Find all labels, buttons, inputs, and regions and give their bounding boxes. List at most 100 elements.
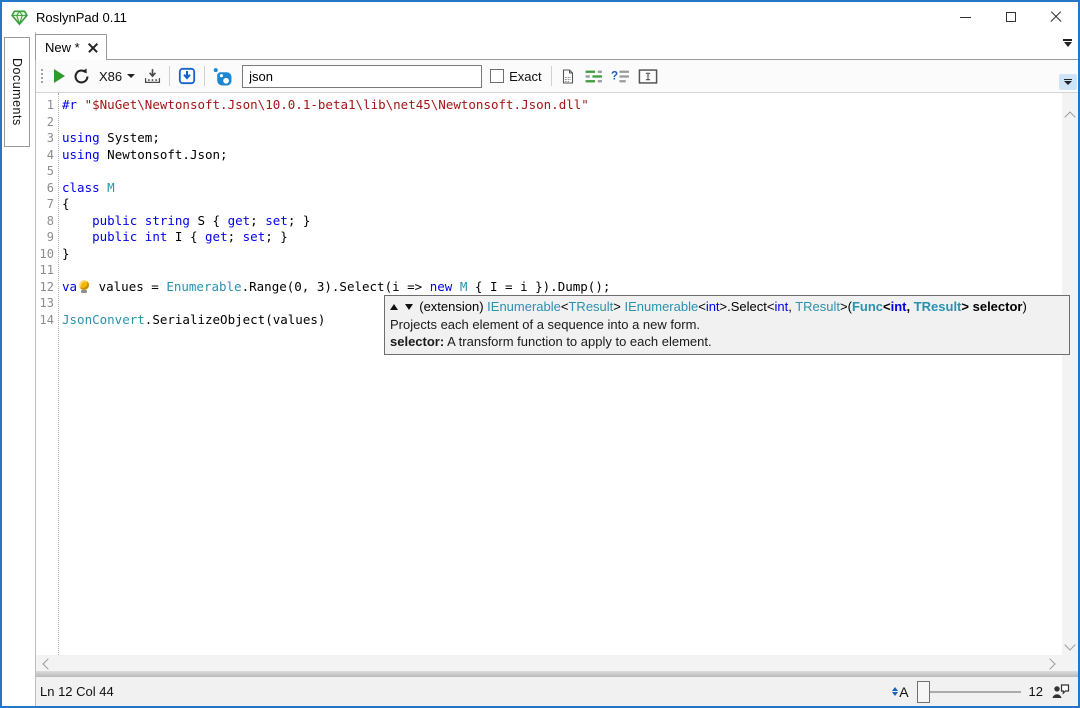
- code-segment: public: [92, 212, 138, 228]
- toolbar-separator: [204, 66, 206, 86]
- toolbar-overflow-button[interactable]: [1059, 74, 1077, 90]
- previous-overload-icon[interactable]: [390, 304, 398, 310]
- code-lines[interactable]: #r "$NuGet\Newtonsoft.Json\10.0.1-beta1\…: [59, 93, 1062, 655]
- code-segment: Func: [851, 299, 883, 314]
- exact-label: Exact: [509, 68, 542, 84]
- code-segment: ): [1022, 299, 1027, 314]
- tooltip-parameter-name: selector:: [390, 334, 445, 349]
- code-segment: new: [429, 278, 453, 294]
- code-line: using System;: [62, 130, 1062, 147]
- platform-dropdown[interactable]: X86: [94, 63, 140, 89]
- signature-help-tooltip: (extension) IEnumerable<TResult> IEnumer…: [384, 295, 1070, 355]
- code-segment: ;: [250, 212, 266, 228]
- code-segment: { I = i }).Dump();: [467, 278, 611, 294]
- run-button[interactable]: [50, 63, 69, 89]
- code-segment: values =: [91, 278, 167, 294]
- package-button[interactable]: [140, 63, 165, 89]
- code-segment: >: [613, 299, 625, 314]
- toolbar-separator: [550, 66, 552, 86]
- tab-list-dropdown-icon[interactable]: [1063, 39, 1072, 47]
- minimize-button[interactable]: [943, 2, 988, 32]
- code-segment: M: [107, 179, 115, 195]
- scroll-right-icon[interactable]: [1044, 658, 1056, 670]
- code-segment: (extension): [419, 299, 488, 314]
- import-box-icon: [179, 67, 196, 85]
- lightbulb-icon[interactable]: [78, 279, 90, 293]
- exact-checkbox[interactable]: [490, 69, 505, 83]
- import-button[interactable]: [174, 63, 200, 89]
- tab-new[interactable]: New *: [35, 34, 107, 60]
- code-segment: >.Select<: [719, 299, 775, 314]
- restart-button[interactable]: [69, 63, 94, 89]
- line-number: 14: [39, 312, 54, 327]
- line-number: 8: [46, 213, 54, 228]
- slider-thumb[interactable]: [916, 680, 930, 703]
- close-button[interactable]: [1033, 2, 1078, 32]
- code-segment: "$NuGet\Newtonsoft.Json\10.0.1-beta1\lib…: [84, 97, 589, 112]
- scroll-up-icon[interactable]: [1064, 111, 1076, 123]
- line-number: 1: [46, 98, 54, 112]
- zoom-slider[interactable]: [916, 680, 1021, 703]
- code-line: va values = Enumerable.Range(0, 3).Selec…: [62, 279, 1062, 296]
- code-segment: {: [62, 196, 70, 211]
- search-input[interactable]: [242, 64, 483, 88]
- code-segment: I {: [167, 229, 206, 244]
- scroll-left-icon[interactable]: [42, 658, 54, 670]
- code-segment: int: [774, 299, 789, 314]
- line-number: 2: [46, 114, 54, 129]
- code-segment: Newtonsoft.Json;: [99, 146, 228, 162]
- format-document-button[interactable]: [556, 63, 580, 89]
- code-segment: TResult: [913, 299, 962, 314]
- feedback-icon[interactable]: [1051, 683, 1070, 700]
- line-number: 13: [39, 296, 54, 310]
- minimize-icon: [960, 16, 971, 18]
- code-segment: }: [62, 245, 70, 261]
- vertical-scrollbar[interactable]: [1062, 93, 1078, 655]
- code-segment: IEnumerable: [624, 299, 699, 314]
- scroll-down-icon[interactable]: [1064, 639, 1076, 651]
- nuget-button[interactable]: [209, 63, 236, 89]
- next-overload-icon[interactable]: [404, 304, 413, 310]
- code-segment: JsonConvert: [62, 311, 145, 327]
- tab-close-icon[interactable]: [88, 43, 98, 53]
- chevron-down-icon: [127, 74, 136, 78]
- documents-panel-tab[interactable]: Documents: [4, 37, 30, 147]
- code-line: public string S { get; set; }: [62, 213, 1062, 230]
- code-segment: .Range(0, 3).Select(i =>: [241, 278, 430, 294]
- maximize-button[interactable]: [988, 2, 1033, 32]
- code-segment: class: [62, 179, 100, 195]
- rename-button[interactable]: [634, 63, 662, 89]
- line-number: 10: [39, 246, 54, 261]
- tab-strip: New *: [35, 32, 1078, 60]
- code-segment: int: [890, 299, 907, 314]
- code-line: #r "$NuGet\Newtonsoft.Json\10.0.1-beta1\…: [62, 97, 1062, 114]
- format-document-icon: [562, 68, 573, 84]
- code-editor[interactable]: 1 2 3 4 5 6 7 8 9 10 11 12 13 14 #r "$NuGet\Newtonsof…: [36, 93, 1078, 655]
- toolbar-grip[interactable]: [39, 67, 44, 85]
- code-line: class M: [62, 180, 1062, 197]
- tooltip-description: Projects each element of a sequence into…: [390, 317, 701, 332]
- title-bar[interactable]: RoslynPad 0.11: [2, 2, 1078, 32]
- line-number: 6: [46, 180, 54, 195]
- roslynpad-logo-icon: [11, 10, 28, 25]
- code-segment: >: [961, 299, 973, 314]
- line-number: 11: [39, 263, 54, 277]
- code-line: {: [62, 196, 1062, 213]
- code-segment: ;: [227, 229, 243, 244]
- code-segment: using: [62, 130, 100, 145]
- horizontal-scrollbar[interactable]: [36, 655, 1062, 671]
- tab-label: New *: [45, 40, 80, 55]
- platform-label: X86: [99, 68, 123, 84]
- line-number-gutter: 1 2 3 4 5 6 7 8 9 10 11 12 13 14: [36, 93, 59, 655]
- zoom-value: 12: [1028, 684, 1043, 699]
- comment-selection-button[interactable]: [580, 63, 607, 89]
- code-segment: ,: [906, 299, 914, 314]
- uncomment-selection-button[interactable]: ?: [607, 63, 634, 89]
- code-segment: ; }: [265, 229, 288, 244]
- code-segment: TResult: [568, 299, 614, 314]
- code-segment: .SerializeObject(values): [144, 311, 326, 327]
